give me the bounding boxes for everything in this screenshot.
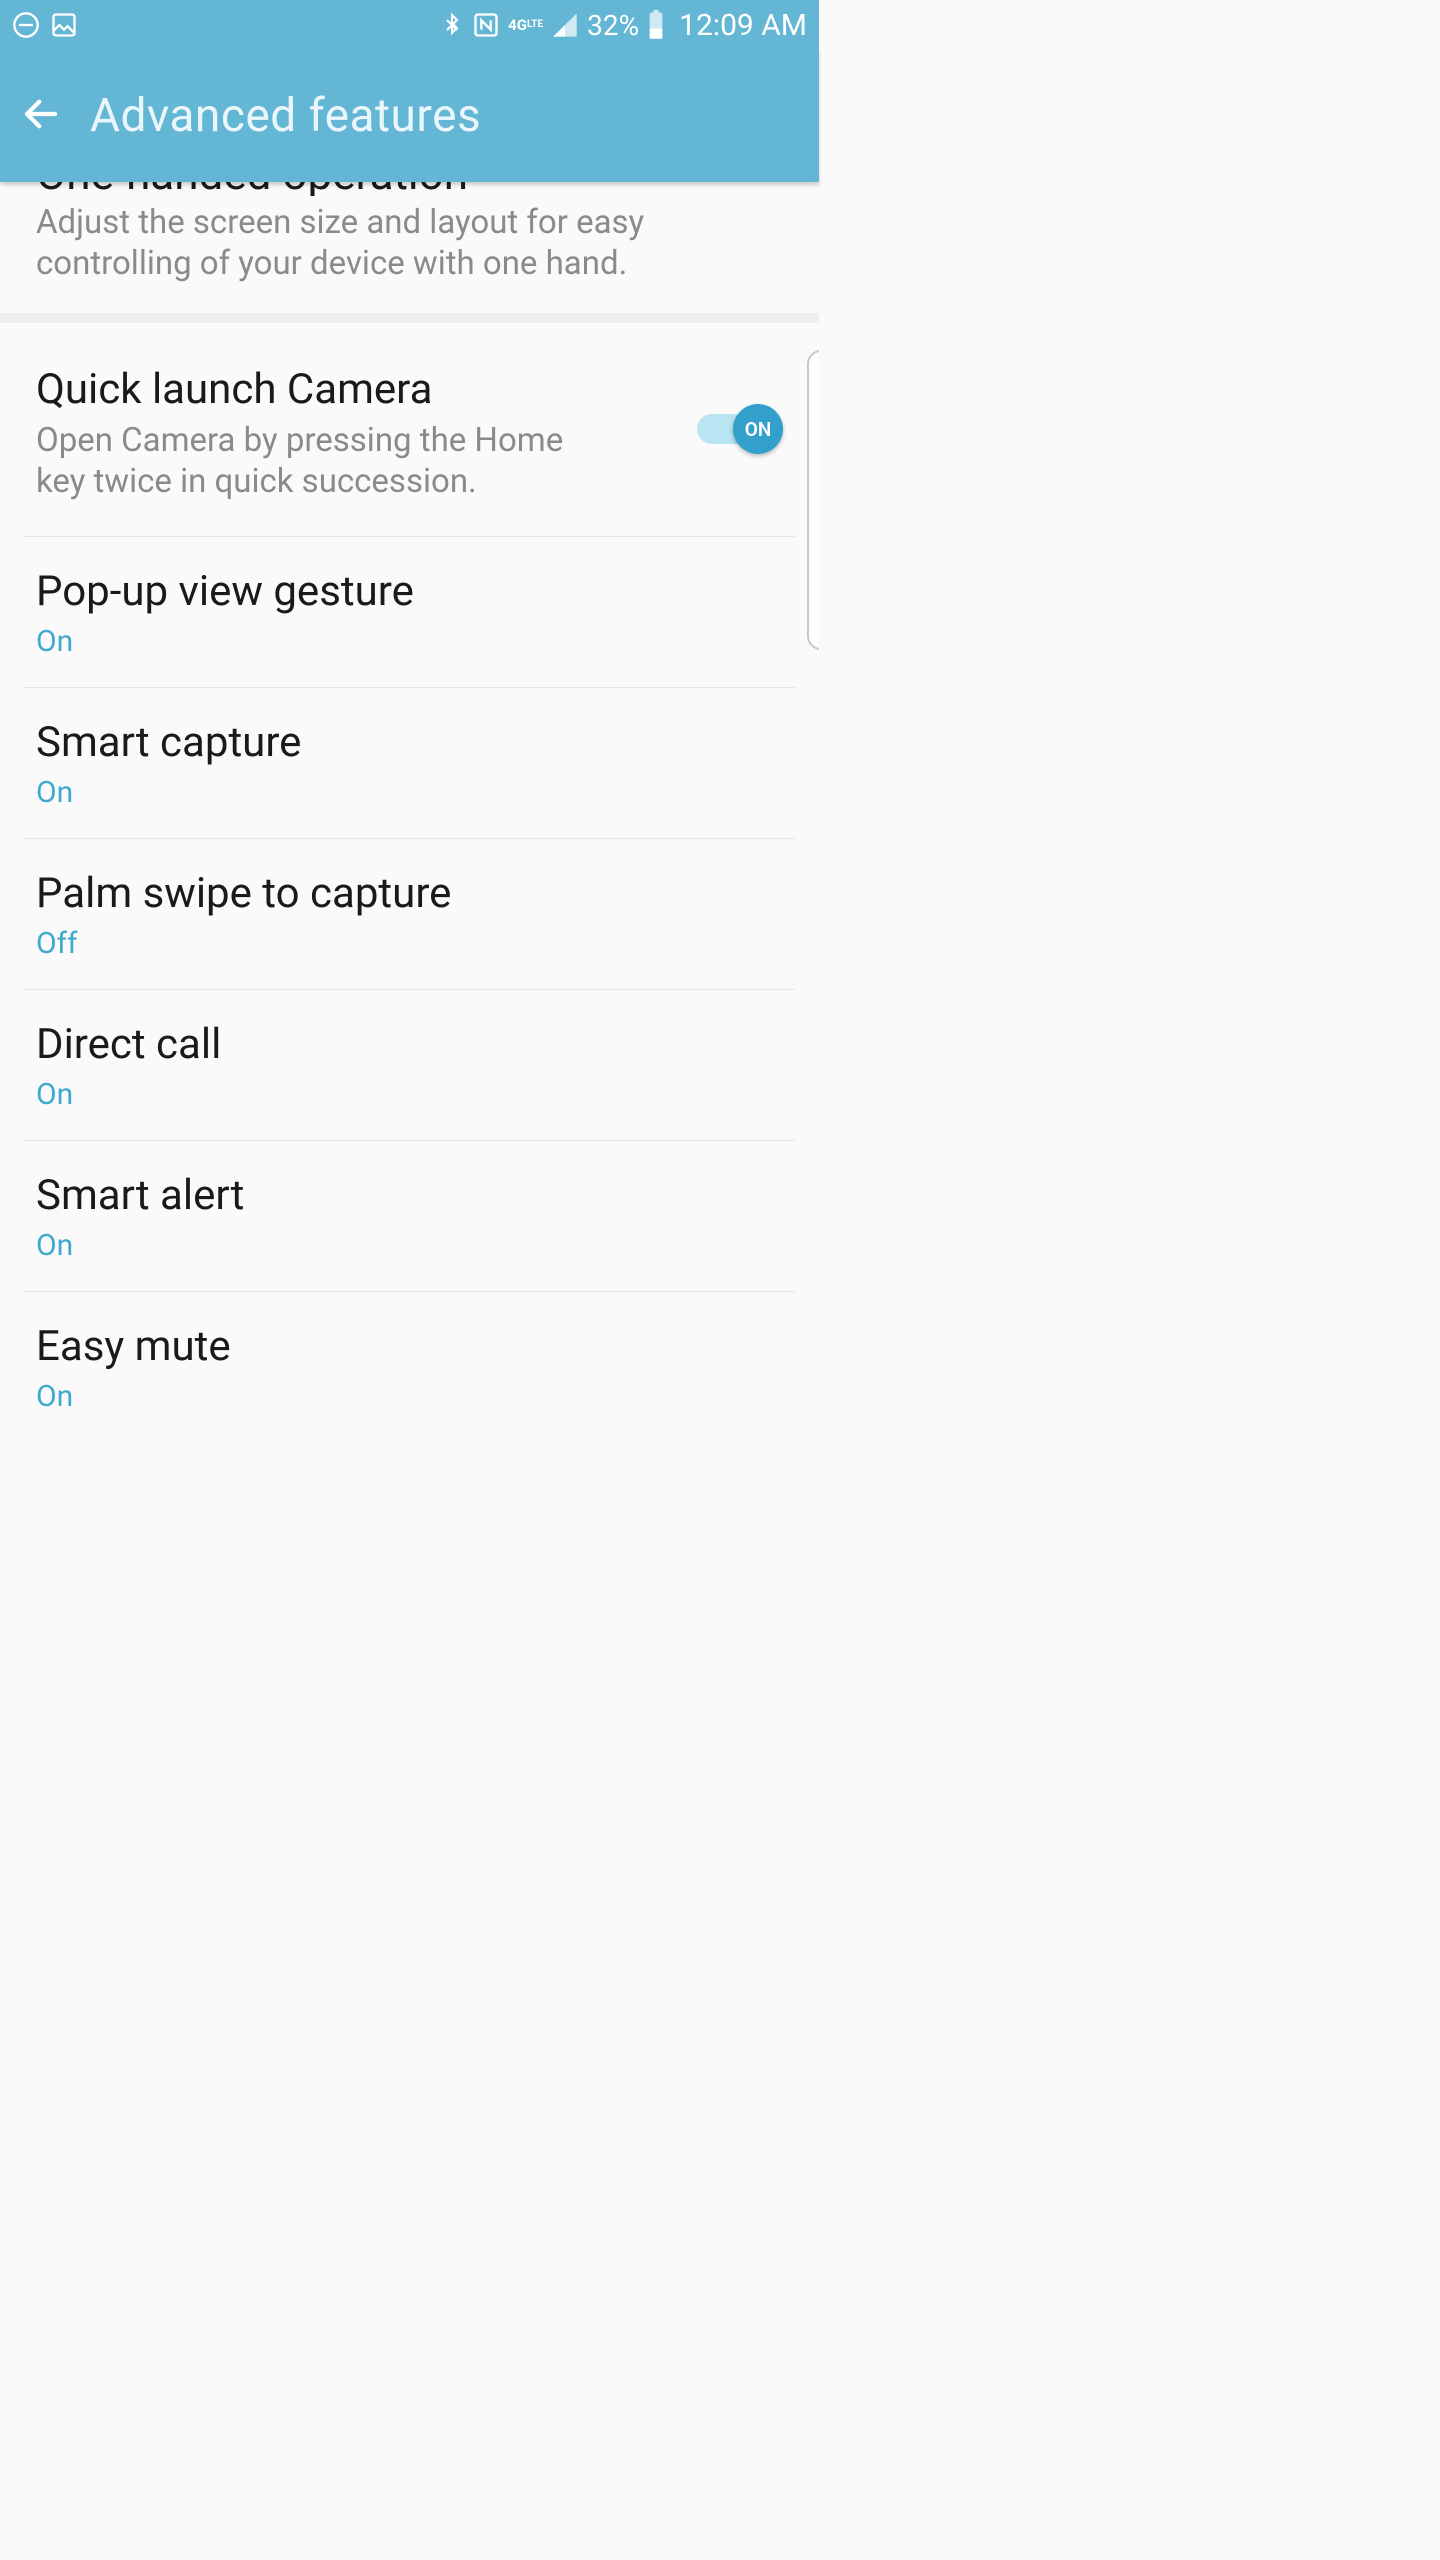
setting-state: On	[36, 624, 783, 659]
setting-state: Off	[36, 926, 783, 961]
setting-title: One-handed operation	[36, 182, 783, 196]
nfc-icon	[472, 11, 500, 39]
image-icon	[50, 11, 78, 39]
battery-icon	[647, 10, 665, 40]
clock: 12:09 AM	[679, 8, 807, 43]
bluetooth-icon	[440, 11, 464, 39]
page-title: Advanced features	[90, 89, 481, 143]
network-4g-icon: 4GLTE	[508, 18, 543, 33]
setting-state: On	[36, 1379, 783, 1414]
settings-list: Quick launch Camera Open Camera by press…	[0, 323, 819, 1441]
toggle-quick-launch-camera[interactable]: ON	[697, 404, 783, 454]
setting-description: Adjust the screen size and layout for ea…	[36, 202, 783, 285]
setting-title: Palm swipe to capture	[36, 869, 783, 918]
setting-title: Direct call	[36, 1020, 783, 1069]
setting-title: Pop-up view gesture	[36, 567, 783, 616]
status-bar: 4GLTE 32% 12:09 AM	[0, 0, 819, 50]
setting-title: Smart capture	[36, 718, 783, 767]
setting-popup-view-gesture[interactable]: Pop-up view gesture On	[0, 537, 819, 687]
setting-description: Open Camera by pressing the Home key twi…	[36, 420, 596, 503]
signal-icon	[551, 11, 579, 39]
setting-direct-call[interactable]: Direct call On	[0, 990, 819, 1140]
setting-one-handed[interactable]: One-handed operation Adjust the screen s…	[0, 182, 819, 323]
status-right: 4GLTE 32% 12:09 AM	[440, 8, 807, 43]
do-not-disturb-icon	[12, 11, 40, 39]
setting-title: Quick launch Camera	[36, 365, 783, 414]
setting-smart-alert[interactable]: Smart alert On	[0, 1141, 819, 1291]
setting-state: On	[36, 1077, 783, 1112]
battery-percent: 32%	[587, 9, 639, 42]
app-bar: Advanced features	[0, 50, 819, 182]
setting-title: Easy mute	[36, 1322, 783, 1371]
setting-state: On	[36, 1228, 783, 1263]
setting-easy-mute[interactable]: Easy mute On	[0, 1292, 819, 1440]
setting-state: On	[36, 775, 783, 810]
back-button[interactable]	[20, 93, 62, 139]
setting-quick-launch-camera[interactable]: Quick launch Camera Open Camera by press…	[0, 323, 819, 537]
setting-palm-swipe-to-capture[interactable]: Palm swipe to capture Off	[0, 839, 819, 989]
setting-title: Smart alert	[36, 1171, 783, 1220]
status-left	[12, 11, 78, 39]
settings-content: One-handed operation Adjust the screen s…	[0, 182, 819, 1440]
setting-smart-capture[interactable]: Smart capture On	[0, 688, 819, 838]
toggle-knob: ON	[733, 404, 783, 454]
